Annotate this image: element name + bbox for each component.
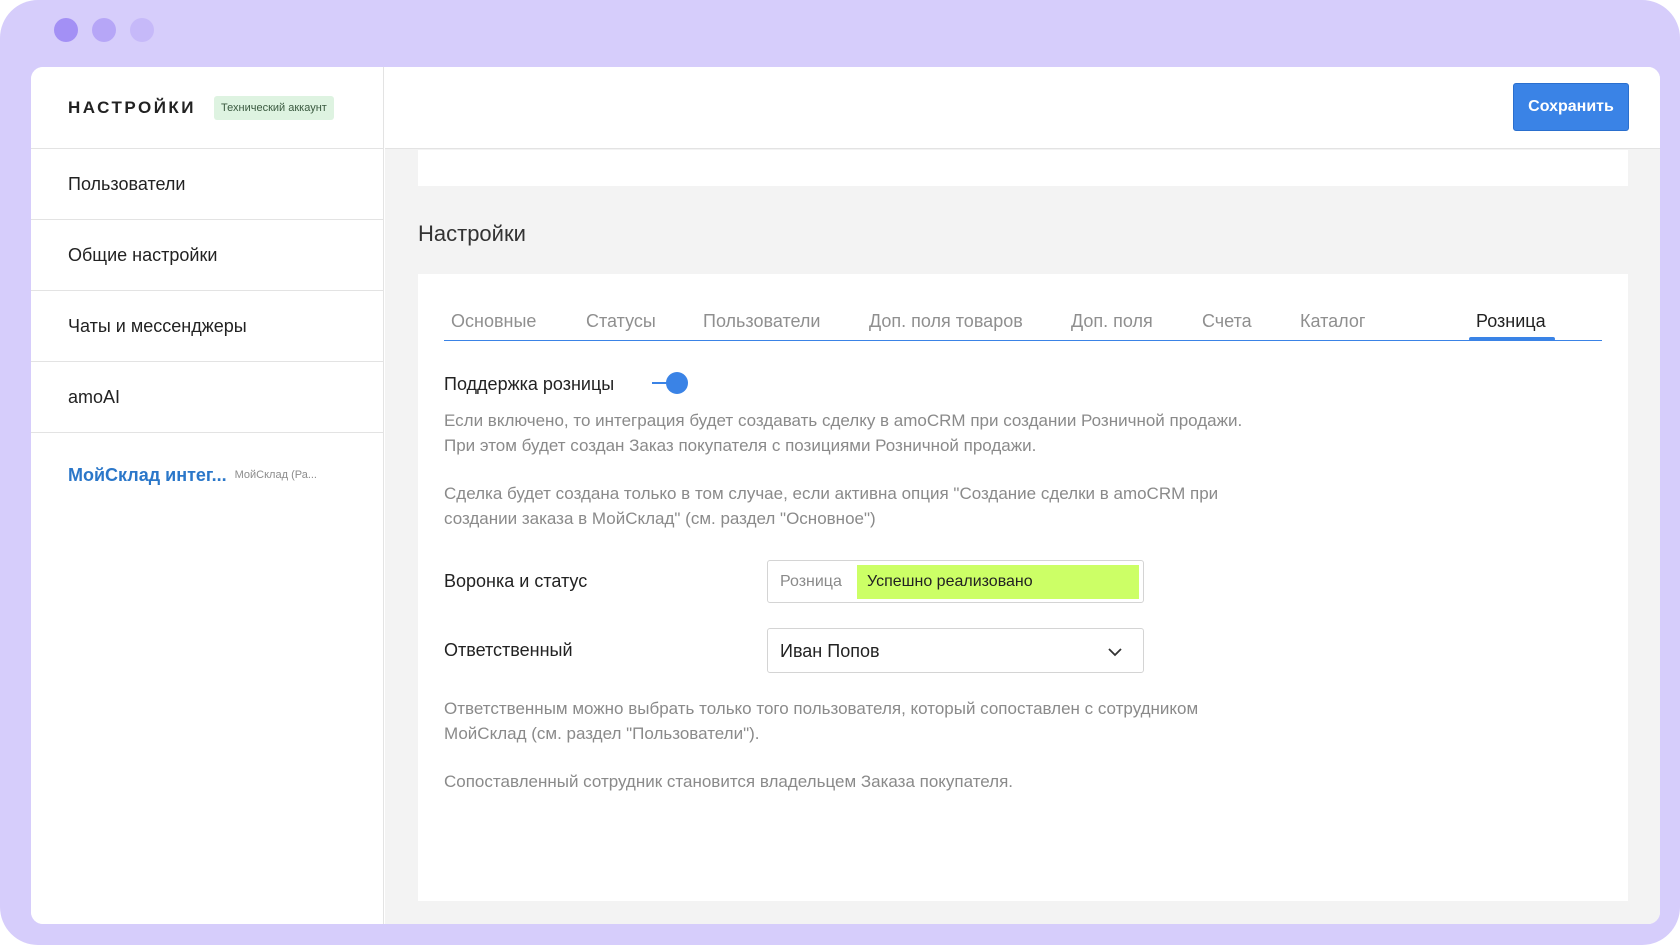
sidebar-item-general-settings[interactable]: Общие настройки [31,220,383,291]
tab-bar: Основные Статусы Пользователи Доп. поля … [444,302,1602,341]
sidebar: НАСТРОЙКИ Технический аккаунт Пользовате… [31,67,384,924]
funnel-label: Воронка и статус [444,571,588,591]
save-button[interactable]: Сохранить [1513,83,1629,131]
app-window: НАСТРОЙКИ Технический аккаунт Пользовате… [31,67,1660,924]
sidebar-item-label: Пользователи [68,173,186,194]
section-title: Настройки [418,221,526,246]
toggle-knob [666,372,688,394]
description-line: Если включено, то интеграция будет созда… [444,411,1243,430]
retail-support-description: Если включено, то интеграция будет созда… [444,408,1242,458]
sidebar-item-users[interactable]: Пользователи [31,149,383,220]
description-line: При этом будет создан Заказ покупателя с… [444,436,1037,455]
funnel-status: Успешно реализовано [857,565,1139,599]
responsible-note: Ответственным можно выбрать только того … [444,696,1198,746]
description-line: создании заказа в МойСклад" (см. раздел … [444,509,876,528]
chevron-down-icon [1108,648,1122,657]
active-tab-indicator [1469,337,1555,341]
retail-support-toggle[interactable] [652,372,688,394]
sidebar-header: НАСТРОЙКИ Технический аккаунт [31,67,383,149]
tab-catalog[interactable]: Каталог [1300,311,1365,332]
sidebar-item-label: Чаты и мессенджеры [68,315,247,336]
window-close-dot[interactable] [54,18,78,42]
tab-invoices[interactable]: Счета [1202,311,1252,332]
sidebar-item-chats[interactable]: Чаты и мессенджеры [31,291,383,362]
tab-extra-fields[interactable]: Доп. поля [1071,311,1153,332]
sidebar-active-sublabel: МойСклад (Ра... [234,469,317,481]
window-minimize-dot[interactable] [92,18,116,42]
tab-product-fields[interactable]: Доп. поля товаров [869,311,1023,332]
responsible-owner-note: Сопоставленный сотрудник становится влад… [444,769,1013,794]
responsible-value: Иван Попов [780,641,880,661]
retail-support-note: Сделка будет создана только в том случае… [444,481,1218,531]
window-frame: НАСТРОЙКИ Технический аккаунт Пользовате… [0,0,1680,945]
retail-support-label: Поддержка розницы [444,374,615,394]
responsible-label: Ответственный [444,640,573,660]
top-bar: Сохранить [385,67,1660,149]
window-maximize-dot[interactable] [130,18,154,42]
main-content: Сохранить Настройки Основные Статусы Пол… [385,67,1660,924]
app-title: НАСТРОЙКИ [68,97,197,117]
description-line: Сопоставленный сотрудник становится влад… [444,772,1014,791]
sidebar-item-label: Общие настройки [68,244,218,265]
funnel-pipeline: Розница [780,573,842,590]
responsible-select[interactable]: Иван Попов [767,628,1144,673]
description-line: Сделка будет создана только в том случае… [444,484,1219,503]
description-line: МойСклад (см. раздел "Пользователи"). [444,724,760,743]
tab-main[interactable]: Основные [451,311,536,332]
description-line: Ответственным можно выбрать только того … [444,699,1199,718]
sidebar-item-amoai[interactable]: amoAI [31,362,383,433]
sidebar-item-moysklad[interactable]: МойСклад интег... МойСклад (Ра... [31,433,383,517]
settings-card: Основные Статусы Пользователи Доп. поля … [418,274,1628,901]
tab-users[interactable]: Пользователи [703,311,820,332]
sidebar-active-label: МойСклад интег... [68,464,227,485]
content-strip [418,150,1628,186]
funnel-status-picker[interactable]: Розница Успешно реализовано [767,560,1144,603]
tab-statuses[interactable]: Статусы [586,311,656,332]
account-badge: Технический аккаунт [214,95,334,120]
sidebar-item-label: amoAI [68,386,121,407]
tab-retail[interactable]: Розница [1476,311,1546,332]
